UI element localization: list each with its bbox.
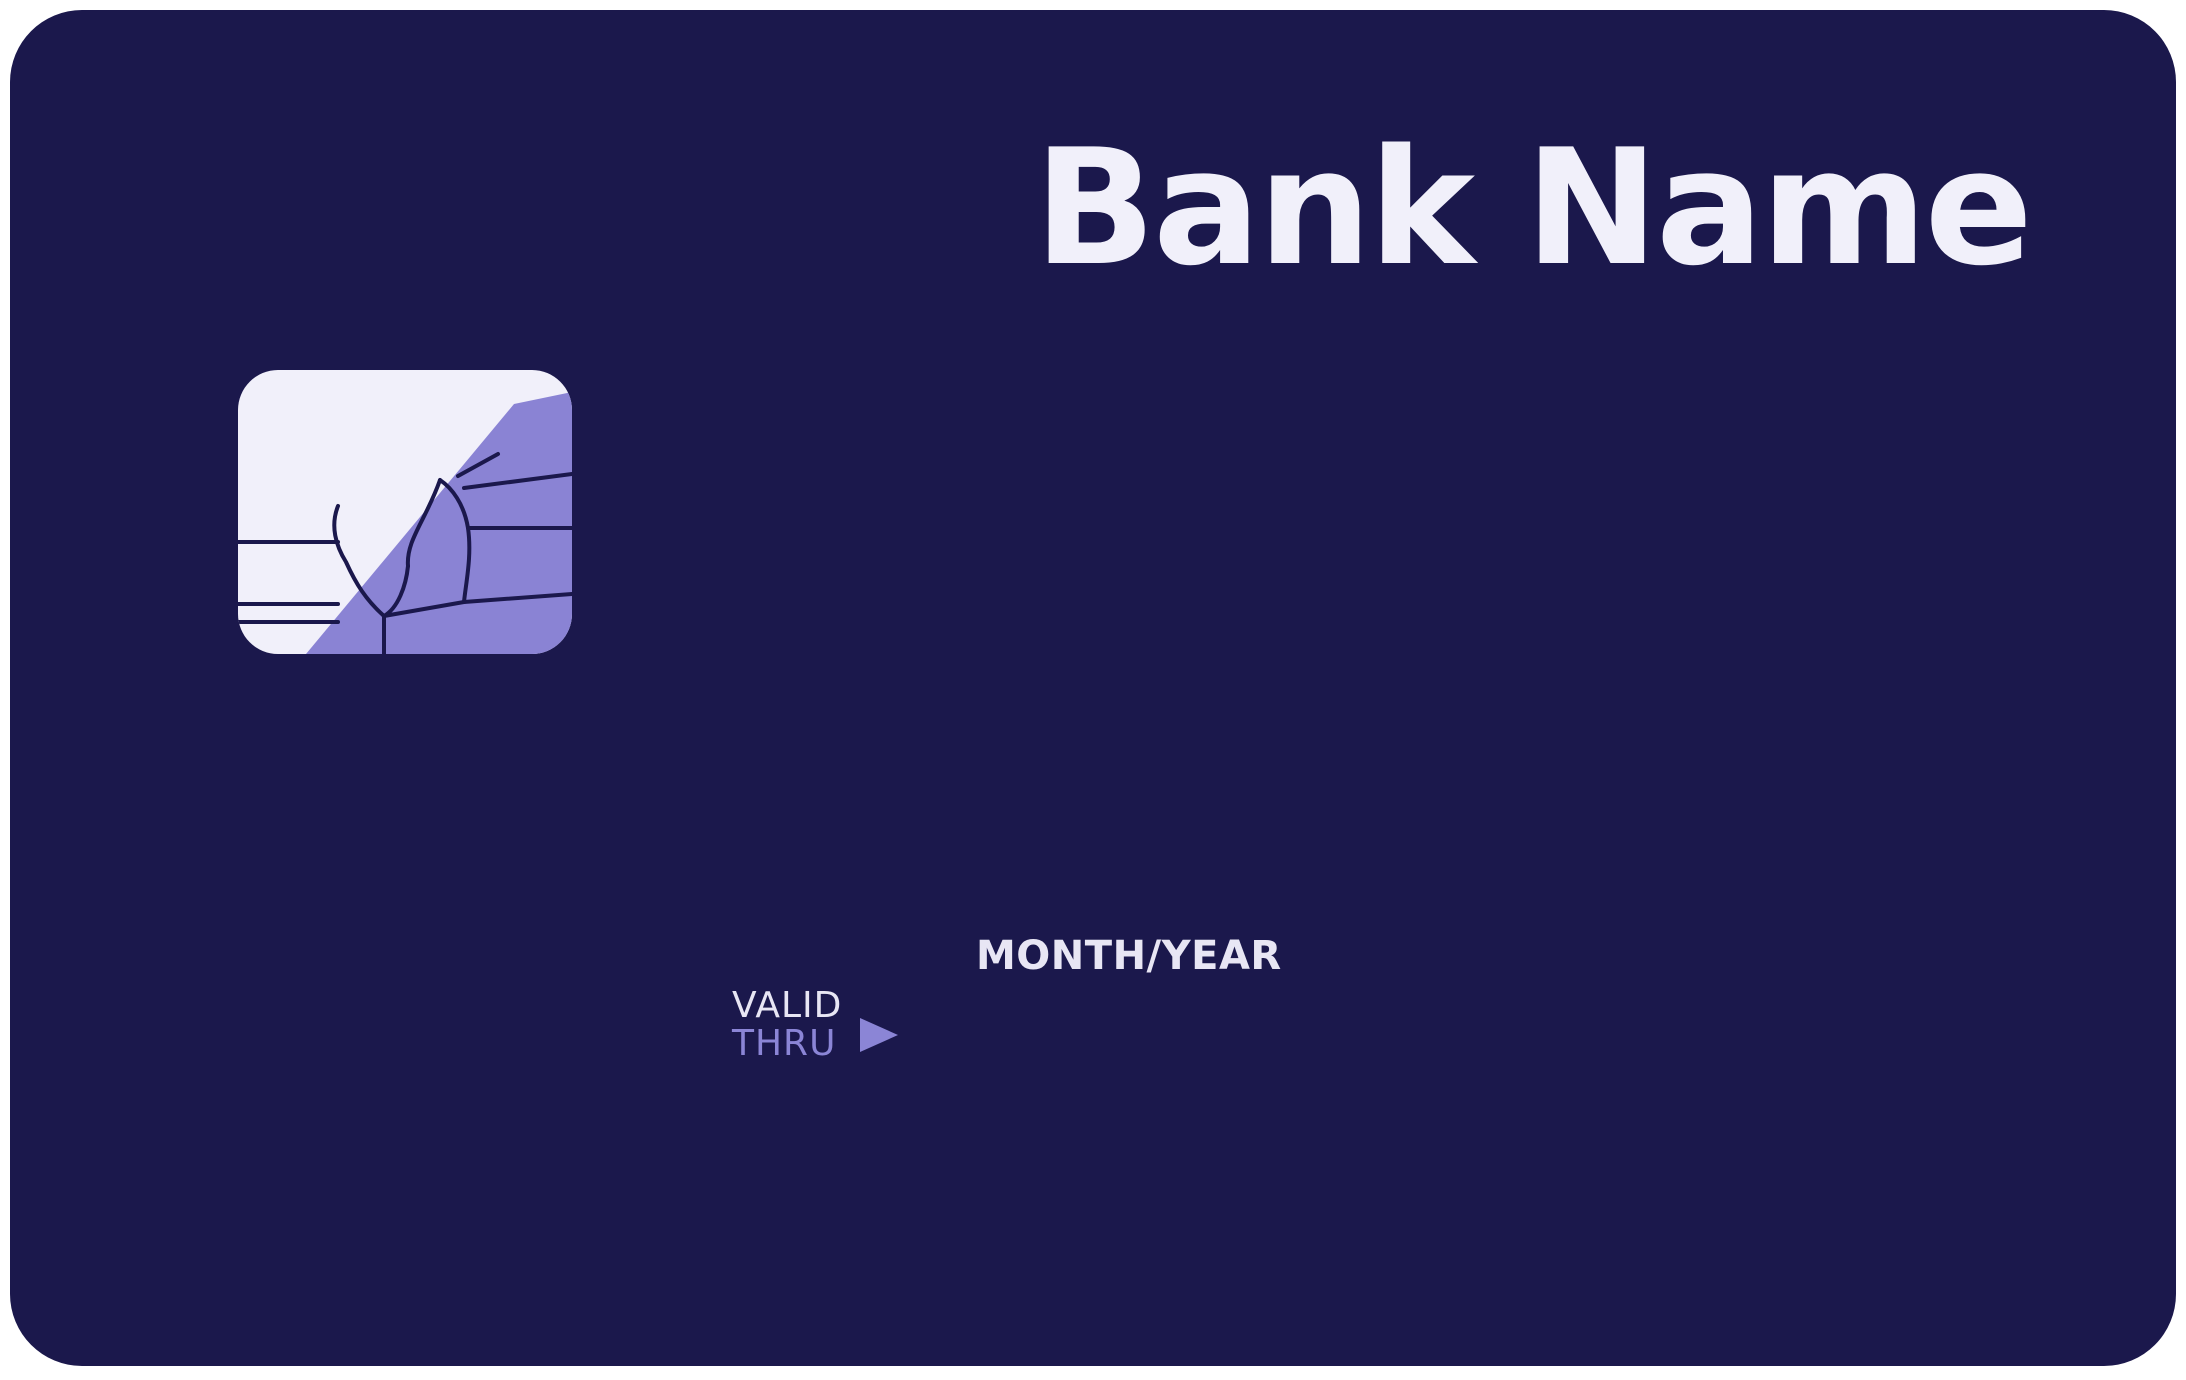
valid-label: VALID bbox=[732, 985, 843, 1026]
bank-name: Bank Name bbox=[1033, 114, 2033, 301]
play-triangle-icon bbox=[860, 1018, 898, 1052]
expiry-date: MONTH/YEAR bbox=[976, 933, 1282, 979]
thru-label: THRU bbox=[732, 1023, 837, 1064]
emv-chip-icon bbox=[238, 370, 572, 654]
bank-card: Bank Name VALID THRU MONTH/YEAR bbox=[10, 10, 2176, 1366]
chip-graphic bbox=[238, 370, 572, 654]
valid-thru-label: VALID THRU bbox=[732, 986, 902, 1076]
